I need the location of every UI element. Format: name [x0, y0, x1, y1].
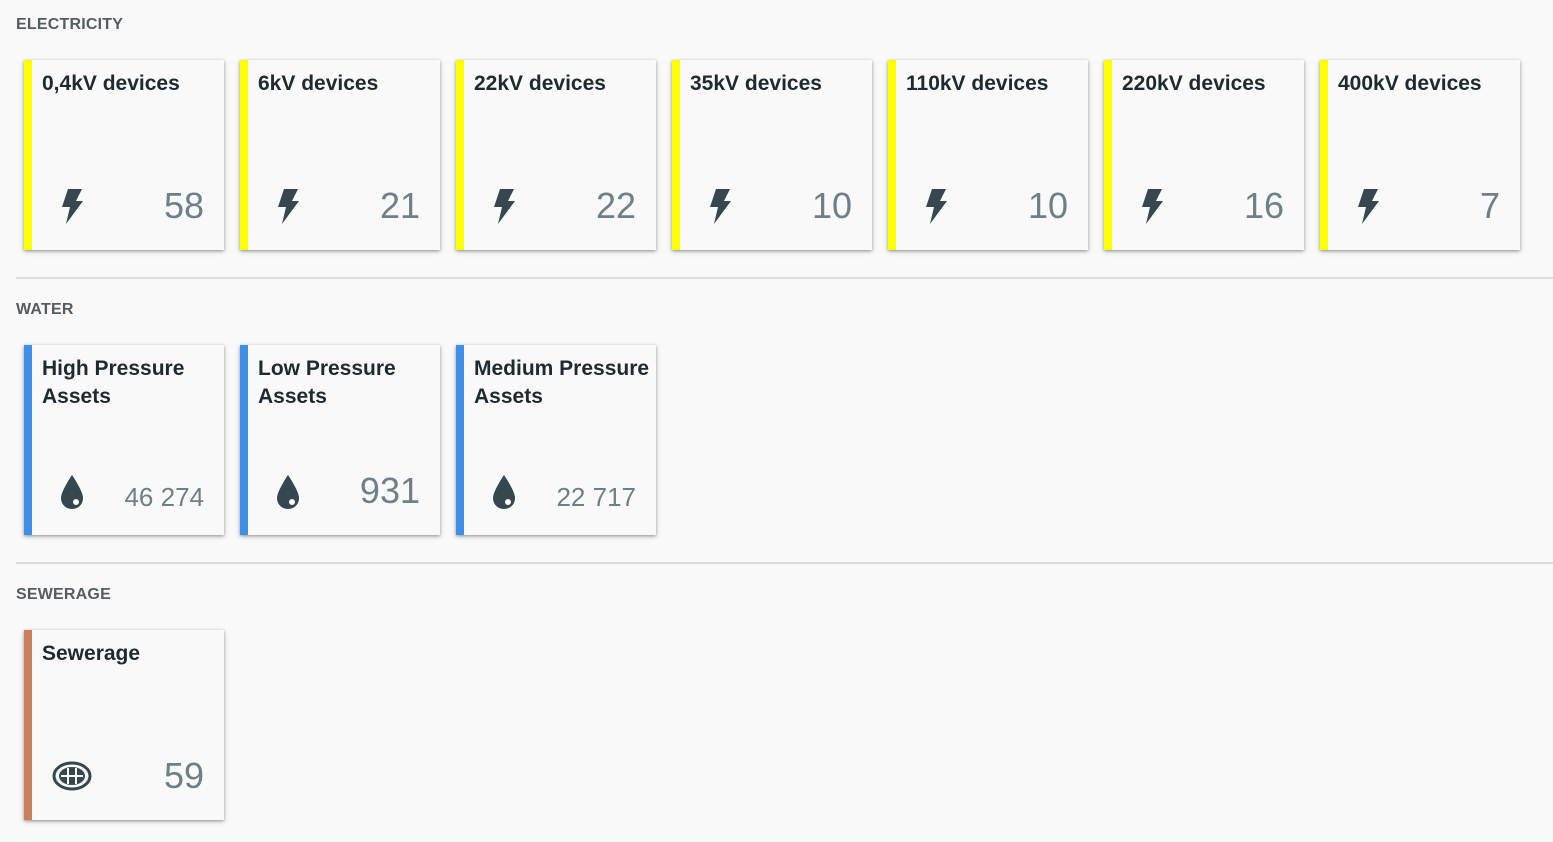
card-low-pressure-assets[interactable]: Low Pressure Assets 931 [240, 345, 440, 535]
card-400kv-devices[interactable]: 400kV devices 7 [1320, 60, 1520, 250]
card-value: 10 [1027, 185, 1068, 226]
card-accent-bar [456, 60, 464, 250]
lightning-bolt-icon [926, 189, 947, 224]
card-label: Medium Pressure Assets [474, 357, 650, 408]
card-accent-bar [24, 630, 32, 820]
card-value: 7 [1479, 185, 1500, 226]
card-0-4kv-devices[interactable]: 0,4kV devices 58 [24, 60, 224, 250]
card-label: 6kV devices [258, 72, 379, 95]
card-value: 21 [379, 185, 420, 226]
card-accent-bar [1104, 60, 1112, 250]
card-label: High Pressure Assets [42, 357, 185, 408]
section-title-electricity: ELECTRICITY [16, 16, 124, 33]
section-title-water: WATER [16, 301, 74, 318]
card-label: 35kV devices [690, 72, 822, 95]
card-accent-bar [240, 345, 248, 535]
lightning-bolt-icon [710, 189, 731, 224]
card-value: 58 [163, 185, 204, 226]
card-accent-bar [456, 345, 464, 535]
water-drop-icon [61, 475, 83, 509]
card-35kv-devices[interactable]: 35kV devices 10 [672, 60, 872, 250]
water-drop-icon [493, 475, 515, 509]
section-divider [16, 562, 1553, 564]
section-divider [16, 277, 1553, 279]
card-value: 16 [1243, 185, 1284, 226]
card-label: 22kV devices [474, 72, 606, 95]
card-label: Sewerage [42, 642, 141, 665]
water-drop-icon [277, 475, 299, 509]
card-22kv-devices[interactable]: 22kV devices 22 [456, 60, 656, 250]
card-high-pressure-assets[interactable]: High Pressure Assets 46 274 [24, 345, 224, 535]
card-value: 59 [163, 755, 204, 796]
card-sewerage[interactable]: Sewerage 59 [24, 630, 224, 820]
lightning-bolt-icon [1142, 189, 1163, 224]
card-accent-bar [888, 60, 896, 250]
lightning-bolt-icon [62, 189, 83, 224]
lightning-bolt-icon [494, 189, 515, 224]
manhole-cover-icon [52, 761, 92, 791]
card-accent-bar [24, 60, 32, 250]
card-value: 22 [595, 185, 636, 226]
card-label: 0,4kV devices [42, 72, 180, 95]
card-value: 22 717 [556, 482, 636, 512]
lightning-bolt-icon [278, 189, 299, 224]
card-label: Low Pressure Assets [258, 357, 396, 408]
card-accent-bar [24, 345, 32, 535]
card-accent-bar [672, 60, 680, 250]
card-value: 46 274 [124, 482, 204, 512]
card-medium-pressure-assets[interactable]: Medium Pressure Assets 22 717 [456, 345, 656, 535]
card-label: 110kV devices [906, 72, 1049, 95]
card-label: 400kV devices [1338, 72, 1482, 95]
card-110kv-devices[interactable]: 110kV devices 10 [888, 60, 1088, 250]
card-accent-bar [1320, 60, 1328, 250]
card-220kv-devices[interactable]: 220kV devices 16 [1104, 60, 1304, 250]
card-value: 931 [359, 470, 420, 511]
card-value: 10 [811, 185, 852, 226]
card-accent-bar [240, 60, 248, 250]
lightning-bolt-icon [1358, 189, 1379, 224]
section-title-sewerage: SEWERAGE [16, 586, 111, 603]
card-label: 220kV devices [1122, 72, 1266, 95]
card-6kv-devices[interactable]: 6kV devices 21 [240, 60, 440, 250]
